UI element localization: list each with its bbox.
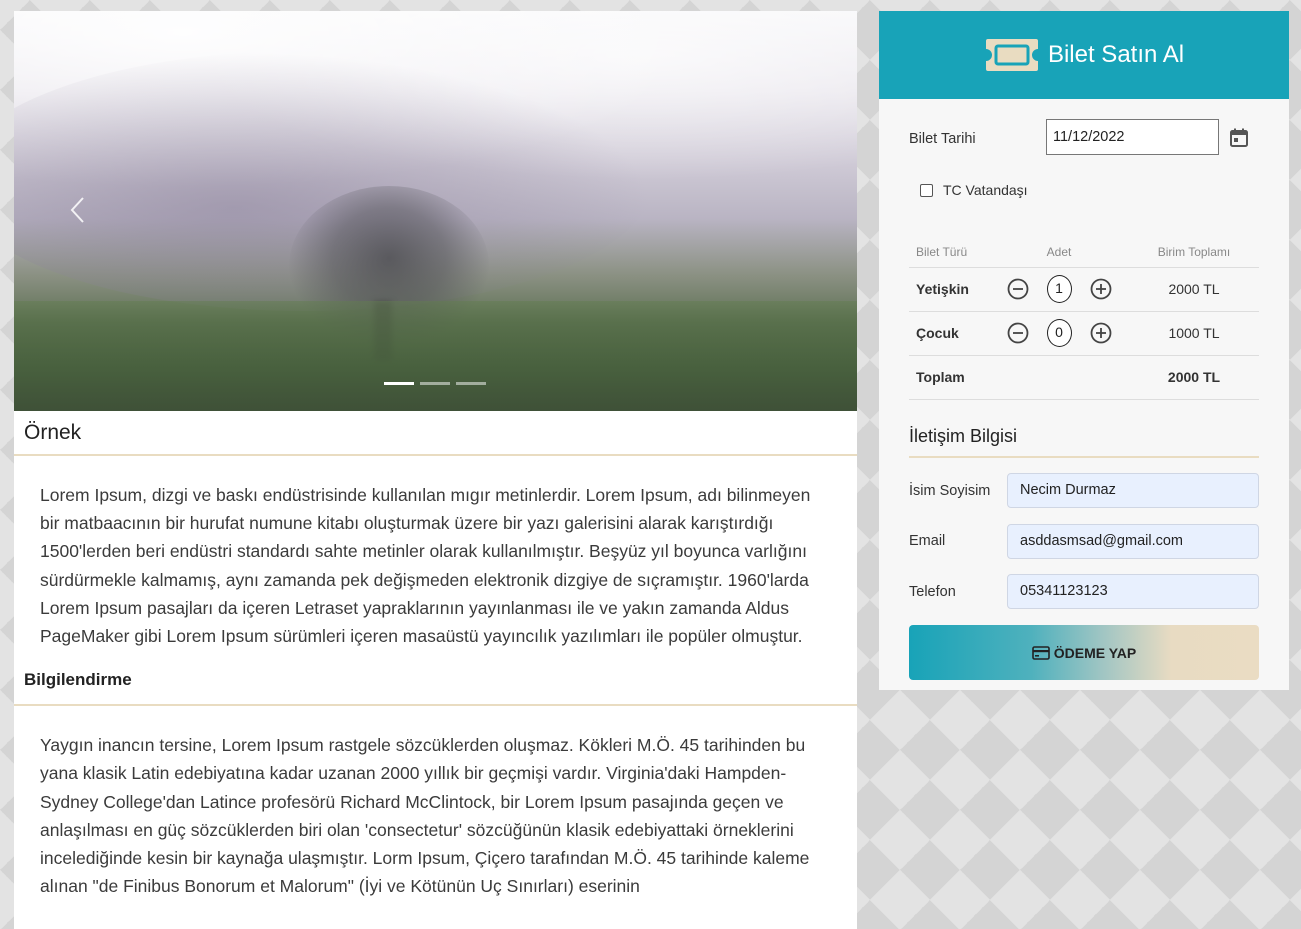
citizen-checkbox[interactable]: [920, 184, 933, 197]
carousel-indicator-2[interactable]: [420, 382, 450, 385]
minus-icon[interactable]: [1007, 278, 1029, 300]
citizen-label: TC Vatandaşı: [943, 182, 1028, 198]
name-label: İsim Soyisim: [909, 483, 991, 499]
carousel-prev-icon[interactable]: [68, 195, 88, 225]
table-row: Çocuk 0 1000 TL: [909, 311, 1259, 356]
ticket-header: Bilet Satın Al: [879, 11, 1289, 99]
total-row: Toplam 2000 TL: [909, 355, 1259, 400]
table-header-total: Birim Toplamı: [1129, 237, 1259, 268]
minus-icon[interactable]: [1007, 322, 1029, 344]
name-field[interactable]: Necim Durmaz: [1007, 473, 1259, 508]
quantity-stepper-child: 0: [989, 319, 1129, 347]
article-panel: Örnek Lorem Ipsum, dizgi ve baskı endüst…: [14, 11, 857, 929]
email-field[interactable]: asddasmsad@gmail.com: [1007, 524, 1259, 559]
pay-button[interactable]: ÖDEME YAP: [909, 625, 1259, 680]
ticket-panel: Bilet Satın Al Bilet Tarihi 11/12/2022 T…: [879, 11, 1289, 690]
plus-icon[interactable]: [1090, 322, 1112, 344]
credit-card-icon: [1031, 645, 1050, 660]
calendar-icon[interactable]: [1229, 128, 1249, 153]
email-label: Email: [909, 533, 946, 549]
total-spacer: [989, 355, 1129, 400]
table-header-type: Bilet Türü: [909, 237, 989, 268]
quantity-value[interactable]: 0: [1046, 319, 1072, 347]
article-subtitle: Bilgilendirme: [14, 670, 857, 707]
carousel-image-ground: [14, 301, 857, 411]
ticket-type: Yetişkin: [909, 267, 989, 312]
contact-section-title: İletişim Bilgisi: [909, 423, 1259, 458]
quantity-value[interactable]: 1: [1046, 275, 1072, 303]
ticket-table: Bilet Türü Adet Birim Toplamı Yetişkin 1: [909, 237, 1259, 400]
date-input[interactable]: 11/12/2022: [1046, 119, 1219, 155]
pay-button-label: ÖDEME YAP: [1053, 644, 1137, 661]
article-title: Örnek: [14, 411, 857, 456]
carousel-indicator-1[interactable]: [384, 382, 414, 385]
phone-label: Telefon: [909, 584, 956, 600]
ticket-header-title: Bilet Satın Al: [1047, 41, 1185, 68]
carousel-indicator-3[interactable]: [456, 382, 486, 385]
date-label: Bilet Tarihi: [909, 131, 976, 147]
article-paragraph-2: Yaygın inancın tersine, Lorem Ipsum rast…: [40, 735, 810, 897]
ticket-icon: [984, 37, 1040, 73]
ticket-type: Çocuk: [909, 311, 989, 356]
ticket-unit-total: 2000 TL: [1129, 267, 1259, 312]
table-row: Yetişkin 1 2000 TL: [909, 267, 1259, 312]
plus-icon[interactable]: [1090, 278, 1112, 300]
article-paragraph-1: Lorem Ipsum, dizgi ve baskı endüstrisind…: [40, 485, 811, 647]
total-label: Toplam: [909, 355, 989, 400]
table-header-qty: Adet: [989, 237, 1129, 268]
ticket-unit-total: 1000 TL: [1129, 311, 1259, 356]
qty-cell: 1: [989, 267, 1129, 312]
image-carousel[interactable]: [14, 11, 857, 411]
qty-cell: 0: [989, 311, 1129, 356]
carousel-indicators: [384, 382, 486, 385]
total-value: 2000 TL: [1129, 355, 1259, 400]
quantity-stepper-adult: 1: [989, 275, 1129, 303]
phone-field[interactable]: 05341123123: [1007, 574, 1259, 609]
